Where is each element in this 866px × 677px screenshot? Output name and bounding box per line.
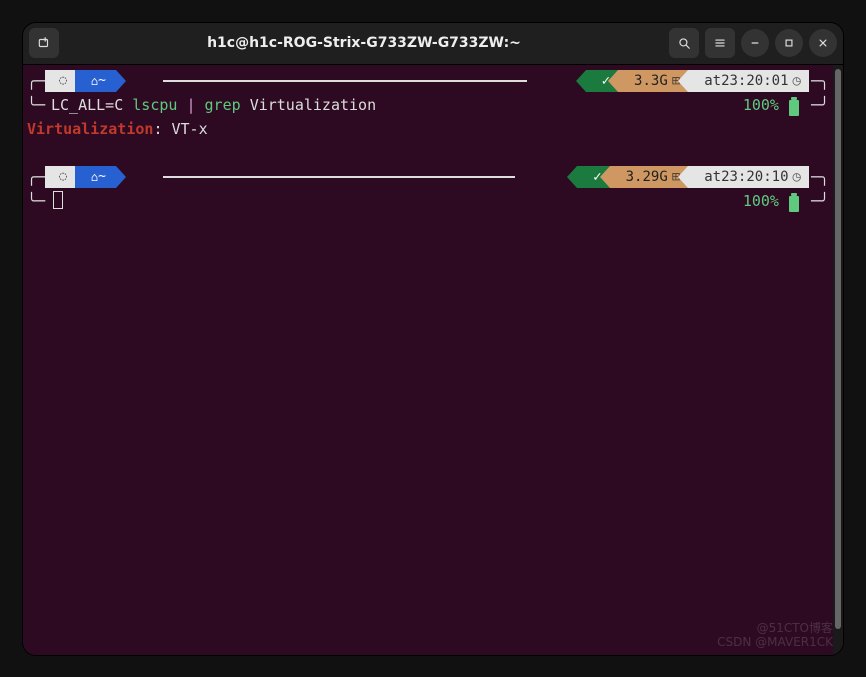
terminal-area[interactable]: ╭─ ◌ ⌂ ~ ✓ 3.3G⊞ at 23:20:01◷ ─╮ [23,65,833,655]
cmd-name: lscpu [132,96,177,114]
prompt-row: ╭─ ◌ ⌂ ~ ✓ 3.3G⊞ at 23:20:01◷ ─╮ [23,69,833,93]
os-segment: ◌ [45,70,77,92]
scrollbar[interactable] [833,65,843,655]
blank-row [23,141,833,165]
right-prompt: 100% ─╯ [743,93,829,117]
scrollbar-thumb[interactable] [835,69,841,629]
minimize-button[interactable] [741,29,769,57]
clock-icon: ◷ [793,165,801,189]
watermark: @51CTO博客 CSDN @MAVER1CK [717,621,833,649]
output-row: Virtualization: VT-x [23,117,833,141]
time-text: 23:20:01 [721,69,788,93]
cmd-arg: Virtualization [250,96,376,114]
prompt-continue-left: ╰─ [27,93,45,117]
terminal-window: h1c@h1c-ROG-Strix-G733ZW-G733ZW:~ [22,22,844,656]
titlebar-left [29,28,59,58]
path-segment: ⌂ ~ [75,166,116,188]
prompt-left: ╭─ ◌ ⌂ ~ [27,69,116,93]
bracket-end: ─╯ [811,189,829,213]
search-button[interactable] [669,28,699,58]
prompt-continue-left: ╰─ [27,189,45,213]
path-segment: ⌂ ~ [75,70,116,92]
titlebar: h1c@h1c-ROG-Strix-G733ZW-G733ZW:~ [23,23,843,65]
ram-segment: 3.29G⊞ [610,166,689,188]
right-prompt: 100% ─╯ [743,189,829,213]
battery-percent: 100% [743,189,779,213]
output-key: Virtualization [27,120,153,138]
clock-icon: ◷ [793,69,801,93]
time-segment: at 23:20:10◷ [688,166,809,188]
ubuntu-icon: ◌ [59,165,67,189]
cursor [53,191,63,209]
cmd-grep: grep [205,96,241,114]
cursor-row: ╰─ 100% ─╯ [23,189,833,213]
prompt-divider [163,176,515,178]
bracket-close: ─╮ [811,165,829,189]
titlebar-right [669,28,837,58]
path-text: ~ [98,165,106,189]
maximize-button[interactable] [775,29,803,57]
ubuntu-icon: ◌ [59,69,67,93]
battery-icon [789,196,799,212]
battery-icon [789,100,799,116]
home-icon: ⌂ [91,165,98,189]
output-text: Virtualization: VT-x [27,117,208,141]
os-segment: ◌ [45,166,77,188]
new-tab-button[interactable] [29,28,59,58]
home-icon: ⌂ [91,69,98,93]
prompt-divider [163,80,527,82]
bracket-end: ─╯ [811,93,829,117]
watermark-line2: CSDN @MAVER1CK [717,635,833,649]
battery-percent: 100% [743,93,779,117]
close-button[interactable] [809,29,837,57]
output-value: VT-x [172,120,208,138]
path-text: ~ [98,69,106,93]
bracket-open: ╭─ [27,69,45,93]
output-pad [162,120,171,138]
ram-value: 3.29G [626,165,668,189]
watermark-line1: @51CTO博客 [717,621,833,635]
at-text: at [704,69,721,93]
at-text: at [704,165,721,189]
bracket-close: ─╮ [811,69,829,93]
prompt-right: ✓ 3.3G⊞ at 23:20:01◷ ─╮ [586,69,829,93]
time-segment: at 23:20:01◷ [688,70,809,92]
prompt-row: ╭─ ◌ ⌂ ~ ✓ 3.29G⊞ at 23:20:10◷ ─╮ [23,165,833,189]
prompt-left: ╭─ ◌ ⌂ ~ [27,165,116,189]
window-title: h1c@h1c-ROG-Strix-G733ZW-G733ZW:~ [65,35,663,51]
menu-button[interactable] [705,28,735,58]
command-text: LC_ALL=C lscpu | grep Virtualization [51,93,376,117]
ram-value: 3.3G [634,69,668,93]
bracket-open: ╭─ [27,165,45,189]
cmd-env: LC_ALL=C [51,96,123,114]
cmd-pipe: | [186,96,195,114]
terminal-wrap: ╭─ ◌ ⌂ ~ ✓ 3.3G⊞ at 23:20:01◷ ─╮ [23,65,843,655]
prompt-right: ✓ 3.29G⊞ at 23:20:10◷ ─╮ [577,165,829,189]
command-row: ╰─ LC_ALL=C lscpu | grep Virtualization … [23,93,833,117]
time-text: 23:20:10 [721,165,788,189]
